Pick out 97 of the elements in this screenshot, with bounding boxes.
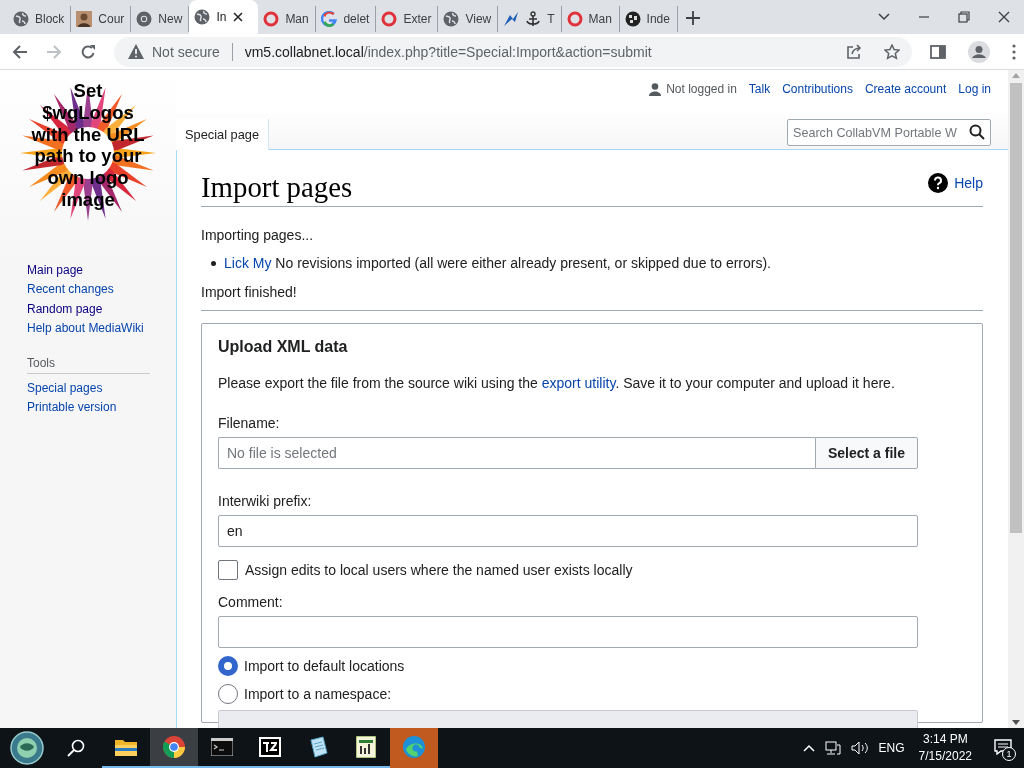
checkbox[interactable] — [218, 560, 238, 580]
chevron-up-icon[interactable] — [802, 744, 815, 752]
file-field[interactable]: No file is selected — [218, 437, 815, 469]
plus-icon[interactable] — [685, 11, 700, 25]
notepad-icon — [307, 736, 329, 758]
globe-icon — [443, 11, 460, 27]
zigzag-icon — [503, 11, 520, 27]
search-field[interactable]: Search CollabVM Portable W — [787, 119, 991, 146]
anchor-icon — [525, 11, 542, 27]
back-arrow-icon[interactable] — [12, 43, 28, 60]
ring-icon — [263, 11, 280, 27]
sidebar-link[interactable]: Special pages — [27, 378, 176, 399]
start-orb-icon[interactable] — [10, 731, 44, 765]
field-label: Interwiki prefix: — [218, 493, 313, 509]
page-tab[interactable]: Special page — [176, 119, 269, 150]
browser-logo-icon — [163, 736, 185, 758]
sidebar-link[interactable]: Main page — [27, 261, 176, 281]
share-icon[interactable] — [846, 43, 862, 60]
ring-icon — [381, 11, 398, 27]
sidebar-link[interactable]: Recent changes — [27, 280, 176, 300]
search-icon[interactable] — [969, 124, 985, 140]
taskbar-app[interactable] — [150, 728, 198, 768]
login-status: Not logged in — [666, 82, 737, 96]
warning-icon — [128, 44, 144, 59]
notifications-button[interactable]: 1 — [994, 738, 1012, 758]
browser-tab[interactable]: Exter — [376, 6, 439, 32]
volume-icon[interactable] — [850, 741, 869, 755]
radio-button[interactable] — [218, 656, 238, 676]
search-icon[interactable] — [67, 739, 85, 757]
browser-tab[interactable]: Block — [8, 6, 72, 32]
clock[interactable]: 3:14 PM 7/15/2022 — [918, 731, 972, 765]
personal-link[interactable]: Contributions — [782, 82, 853, 96]
checkbox-label: Assign edits to local users where the named user exists locally — [245, 562, 633, 578]
address-field[interactable]: Not secure vm5.collabnet.local/index.php?title=Special:Import&action=submit — [114, 36, 912, 67]
personal-link[interactable]: Log in — [958, 82, 991, 96]
network-icon[interactable] — [824, 741, 841, 755]
person-icon — [76, 11, 93, 27]
page-title: Import pages — [201, 171, 353, 204]
sidebar-link[interactable]: Help about MediaWiki — [27, 319, 176, 339]
personal-link[interactable]: Create account — [864, 82, 947, 96]
close-icon[interactable] — [233, 12, 244, 22]
browser-tab[interactable]: Man — [258, 6, 317, 32]
side-panel-icon[interactable] — [930, 43, 946, 60]
instructions-text: Please export the file from the source wiki using the export utility. Save it to your computer and upload it here. — [218, 375, 896, 391]
personal-link[interactable]: Talk — [748, 82, 771, 96]
language-indicator[interactable]: ENG — [878, 741, 905, 755]
browser-tab[interactable]: Man — [561, 6, 620, 32]
browser-tab[interactable]: Inde — [619, 6, 678, 32]
close-icon[interactable] — [998, 11, 1010, 23]
radio-label: Import to a namespace: — [244, 686, 392, 702]
tools-heading: Tools — [27, 355, 150, 374]
star-icon[interactable] — [884, 43, 900, 60]
terminal-icon — [211, 738, 233, 756]
input-field[interactable]: en — [218, 515, 918, 547]
folder-icon — [115, 738, 137, 756]
browser-tab[interactable]: In — [189, 0, 259, 34]
select-file-button[interactable]: Select a file — [815, 437, 918, 469]
globe-icon — [13, 11, 29, 27]
sidebar-link[interactable]: Printable version — [27, 398, 176, 418]
help-icon[interactable] — [928, 173, 949, 193]
notification-count: 1 — [1002, 746, 1016, 761]
security-label[interactable]: Not secure — [152, 43, 220, 60]
result-message: Lick My No revisions imported (all were either already present, or skipped due to errors). — [224, 255, 771, 271]
radio-button[interactable] — [218, 684, 238, 704]
help-link[interactable]: Help — [954, 175, 983, 191]
message-icon — [994, 738, 1012, 755]
spreadsheet-icon — [356, 736, 376, 758]
chevron-down-icon[interactable] — [878, 13, 890, 21]
archive-app-icon — [259, 737, 281, 757]
browser-tab[interactable]: delet — [316, 6, 377, 32]
user-icon — [649, 82, 662, 96]
browser-tab[interactable]: View — [438, 6, 499, 32]
profile-icon[interactable] — [968, 40, 990, 63]
reload-icon[interactable] — [80, 43, 96, 60]
scroll-down-icon[interactable] — [1012, 720, 1020, 725]
restore-icon[interactable] — [958, 11, 970, 23]
ring-icon — [566, 11, 583, 27]
scrollbar-thumb[interactable] — [1010, 83, 1022, 533]
sidebar-link[interactable]: Random page — [27, 299, 176, 320]
status-message: Importing pages... — [201, 227, 315, 243]
radio-label: Import to default locations — [244, 658, 405, 674]
browser-tab[interactable]: Cour — [71, 6, 132, 32]
wave-logo-icon — [403, 736, 425, 758]
field-label: Comment: — [218, 594, 284, 610]
puzzle-globe-icon — [624, 11, 641, 27]
browser-tab[interactable]: T — [498, 6, 562, 32]
field-label: Filename: — [218, 415, 281, 431]
url-text: vm5.collabnet.local/index.php?title=Special:Import&action=submit — [244, 43, 652, 60]
globe-icon — [194, 9, 211, 25]
section-heading: Upload XML data — [218, 338, 349, 356]
input-field[interactable] — [218, 616, 918, 648]
status-message: Import finished! — [201, 284, 983, 311]
bullet-icon — [211, 260, 216, 266]
letter-g-icon — [321, 11, 338, 27]
page-link[interactable]: Lick My — [224, 255, 272, 271]
browser-logo-icon — [136, 11, 153, 27]
menu-icon[interactable] — [1012, 43, 1016, 60]
